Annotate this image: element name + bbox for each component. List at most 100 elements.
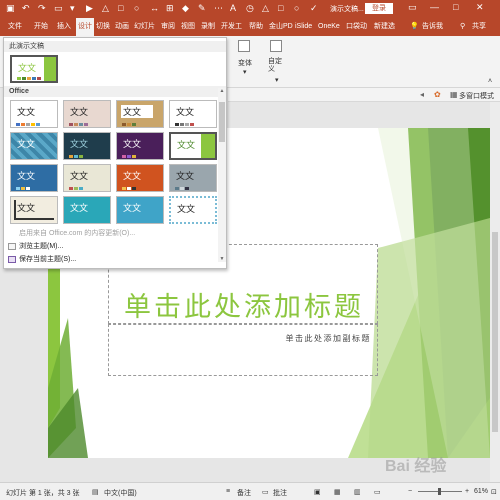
themes-scrollbar[interactable]: ▲ ▼	[218, 88, 226, 262]
theme-7[interactable]: 文文	[116, 132, 164, 160]
rect-icon[interactable]: □	[118, 3, 123, 14]
tab-file[interactable]: 文件	[8, 18, 22, 36]
arrow-icon[interactable]: ↔	[150, 3, 159, 14]
tab-pocket-anim[interactable]: 口袋动	[346, 18, 367, 36]
tab-developer[interactable]: 开发工	[221, 18, 242, 36]
login-button[interactable]: 登录	[365, 3, 393, 14]
text-icon[interactable]: A	[230, 3, 236, 14]
zoom-in-icon[interactable]: +	[465, 488, 469, 495]
theme-13[interactable]: 文文	[10, 196, 58, 224]
tab-design[interactable]: 设计	[76, 18, 94, 36]
tell-me-search[interactable]: 告诉我	[422, 18, 443, 36]
vertical-scroll-thumb[interactable]	[492, 232, 498, 432]
theme-10[interactable]: 文文	[63, 164, 111, 192]
theme-5[interactable]: 文文	[10, 132, 58, 160]
variants-dropdown-icon[interactable]: ▾	[243, 68, 247, 76]
theme-9[interactable]: 文文	[10, 164, 58, 192]
theme-facet[interactable]: 文文	[169, 132, 217, 160]
comments-button[interactable]: 批注	[273, 488, 287, 498]
shape-icon[interactable]: △	[102, 3, 109, 14]
customize-qa-icon[interactable]: ▾	[70, 3, 75, 14]
theme-15[interactable]: 文文	[116, 196, 164, 224]
multi-window-mode[interactable]: 多窗口模式	[459, 91, 494, 101]
pen-icon[interactable]: ✎	[198, 3, 206, 14]
tab-help[interactable]: 帮助	[249, 18, 263, 36]
current-theme-thumb[interactable]: 文文	[10, 55, 58, 83]
notes-button[interactable]: 备注	[237, 488, 251, 498]
circle2-icon[interactable]: ○	[294, 3, 299, 14]
slideshow-view-icon[interactable]: ▭	[374, 488, 381, 496]
theme-14[interactable]: 文文	[63, 196, 111, 224]
fit-slide-icon[interactable]: ⊡	[491, 488, 497, 496]
ribbon-display-icon[interactable]: ▭	[408, 2, 417, 13]
menu-browse-themes[interactable]: 浏览主题(M)...	[8, 241, 63, 251]
notes-icon[interactable]: ≡	[226, 488, 230, 495]
variants-label[interactable]: 变体	[238, 58, 252, 68]
toolbar-strip: ◂ ✿ ▦ 多窗口模式	[228, 88, 500, 102]
themes-scroll-thumb[interactable]	[219, 102, 225, 142]
highlight-icon[interactable]: ◆	[182, 3, 189, 14]
reading-view-icon[interactable]: ▥	[354, 488, 361, 496]
shape2-icon[interactable]: △	[262, 3, 269, 14]
circle-icon[interactable]: ○	[134, 3, 139, 14]
comments-icon[interactable]: ▭	[262, 488, 269, 496]
tab-insert[interactable]: 插入	[57, 18, 71, 36]
tab-view[interactable]: 视图	[181, 18, 195, 36]
scroll-down-icon[interactable]: ▼	[218, 256, 226, 262]
maximize-icon[interactable]: □	[453, 2, 458, 12]
start-slideshow-icon[interactable]: ▭	[54, 3, 63, 14]
tab-islide[interactable]: iSlide	[295, 18, 312, 36]
square-icon[interactable]: □	[278, 3, 283, 14]
tab-slideshow[interactable]: 幻灯片	[134, 18, 155, 36]
slide-size-icon[interactable]	[270, 40, 282, 52]
clock-icon[interactable]: ◷	[246, 3, 254, 14]
share-button[interactable]: 共享	[472, 18, 486, 36]
check-icon[interactable]: ✓	[310, 3, 318, 14]
window-icon[interactable]: ▦	[450, 90, 458, 99]
undo-icon[interactable]: ↶	[22, 3, 30, 14]
tab-kingsoft-pdf[interactable]: 金山PD	[269, 18, 293, 36]
vertical-scrollbar[interactable]	[490, 102, 500, 482]
lightbulb-icon: 💡	[410, 23, 419, 30]
slide-sorter-icon[interactable]: ▦	[334, 488, 341, 496]
scroll-up-icon[interactable]: ▲	[218, 88, 226, 94]
menu-save-theme[interactable]: 保存当前主题(S)...	[8, 254, 76, 264]
more-qa-icon[interactable]: ⋯	[214, 3, 223, 14]
tab-onekey[interactable]: OneKe	[318, 18, 340, 36]
zoom-out-icon[interactable]: −	[408, 488, 412, 495]
theme-16[interactable]: 文文	[169, 196, 217, 224]
variants-icon[interactable]	[238, 40, 250, 52]
settings-icon[interactable]: ✿	[434, 90, 441, 99]
theme-thumb-text: 文文	[18, 64, 37, 74]
theme-2[interactable]: 文文	[63, 100, 111, 128]
tab-record[interactable]: 录制	[201, 18, 215, 36]
tab-animations[interactable]: 动画	[115, 18, 129, 36]
save-icon[interactable]: ▣	[6, 3, 15, 14]
share-icon[interactable]: ⚲	[460, 18, 465, 36]
play-icon[interactable]: ▶	[86, 3, 93, 14]
theme-office[interactable]: 文文	[10, 100, 58, 128]
arrow-left-icon[interactable]: ◂	[420, 90, 424, 99]
redo-icon[interactable]: ↷	[38, 3, 46, 14]
normal-view-icon[interactable]: ▣	[314, 488, 321, 496]
format-icon[interactable]: ⊞	[166, 3, 174, 14]
close-icon[interactable]: ✕	[476, 2, 484, 13]
spellcheck-icon[interactable]: ▤	[92, 488, 99, 496]
theme-3[interactable]: 文文	[116, 100, 164, 128]
theme-4[interactable]: 文文	[169, 100, 217, 128]
subtitle-placeholder[interactable]: 单击此处添加副标题	[108, 324, 378, 376]
language-indicator[interactable]: 中文(中国)	[104, 488, 137, 498]
theme-12[interactable]: 文文	[169, 164, 217, 192]
tab-review[interactable]: 审阅	[161, 18, 175, 36]
theme-6[interactable]: 文文	[63, 132, 111, 160]
custom-dropdown-icon[interactable]: ▾	[275, 76, 279, 84]
collapse-ribbon-icon[interactable]: ˄	[488, 78, 492, 85]
tab-new-group[interactable]: 新建选	[374, 18, 395, 36]
tab-home[interactable]: 开始	[34, 18, 48, 36]
zoom-level[interactable]: 61%	[474, 488, 488, 495]
custom-label[interactable]: 自定义	[268, 58, 282, 74]
tab-transitions[interactable]: 切换	[96, 18, 110, 36]
minimize-icon[interactable]: —	[430, 2, 439, 12]
zoom-slider-knob[interactable]	[438, 488, 441, 495]
theme-11[interactable]: 文文	[116, 164, 164, 192]
